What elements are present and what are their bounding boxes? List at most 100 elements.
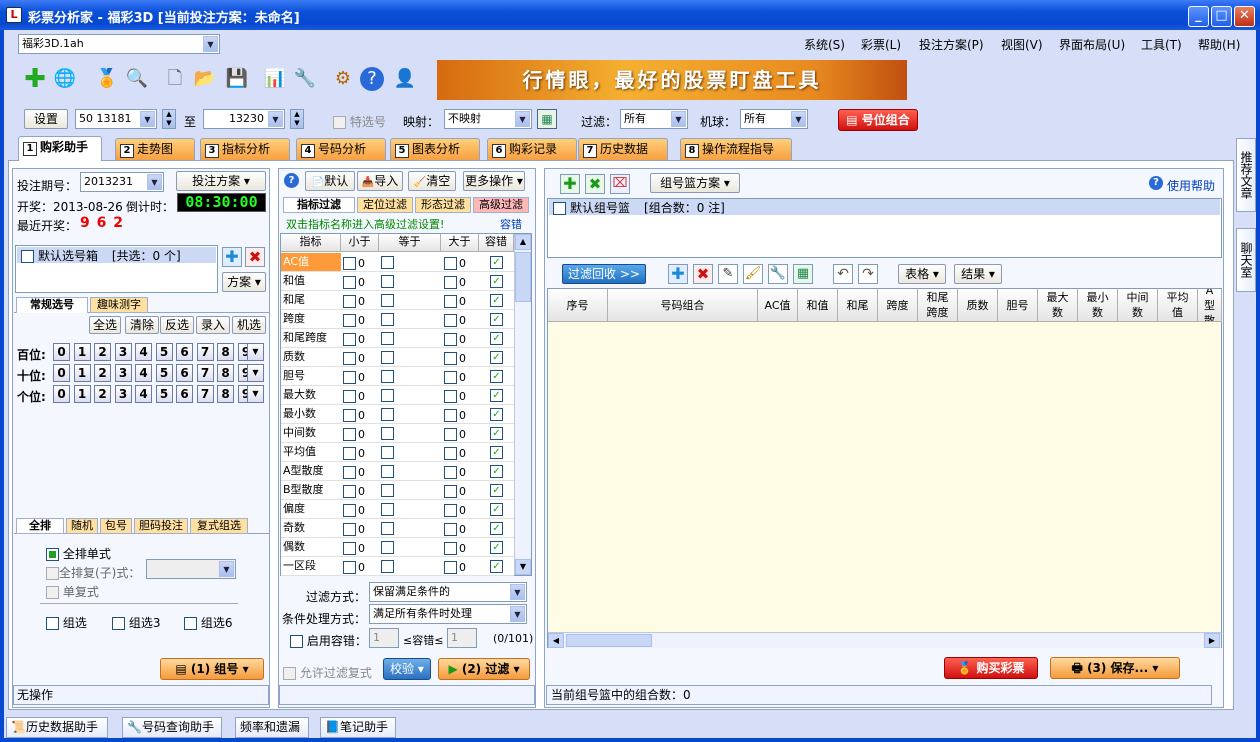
basket-item[interactable]: 默认组号篮 [组合数：0 注] xyxy=(549,199,1220,215)
digit-button[interactable]: 5 xyxy=(155,364,173,382)
digit-button[interactable]: 4 xyxy=(135,343,152,361)
group-checkbox[interactable] xyxy=(46,617,59,630)
add-icon[interactable]: ✚ xyxy=(22,66,48,92)
chevron-down-icon[interactable]: ▼ xyxy=(219,561,234,577)
less-cell[interactable]: 0 xyxy=(343,541,365,555)
scheme-button[interactable]: 方案 ▾ xyxy=(222,272,266,292)
basket-plan-button[interactable]: 组号篮方案 ▾ xyxy=(650,173,740,193)
less-cell[interactable]: 0 xyxy=(343,389,365,403)
less-cell[interactable]: 0 xyxy=(343,351,365,365)
digit-button[interactable]: 5 xyxy=(155,343,173,361)
result-col-1[interactable]: 号码组合 xyxy=(608,289,758,322)
scroll-thumb[interactable] xyxy=(566,634,652,647)
less-checkbox[interactable] xyxy=(343,504,356,517)
tab-1[interactable]: 2 走势图 xyxy=(115,138,195,160)
group-checkbox[interactable] xyxy=(112,617,125,630)
result-col-5[interactable]: 跨度 xyxy=(878,289,918,322)
greater-cell[interactable]: 0 xyxy=(444,370,466,384)
greater-cell[interactable]: 0 xyxy=(444,446,466,460)
less-checkbox[interactable] xyxy=(343,523,356,536)
option-checkbox[interactable] xyxy=(46,586,59,599)
indicator-name[interactable]: 奇数 xyxy=(281,519,341,537)
greater-checkbox[interactable] xyxy=(444,504,457,517)
result-col-9[interactable]: 最大数 xyxy=(1038,289,1078,322)
ad-banner[interactable]: 行情眼，最好的股票盯盘工具 xyxy=(437,60,907,100)
equal-checkbox[interactable] xyxy=(381,465,394,478)
digit-button[interactable]: 5 xyxy=(155,385,173,403)
option-checkbox[interactable] xyxy=(46,567,59,580)
number-box-checkbox[interactable] xyxy=(21,250,34,263)
less-checkbox[interactable] xyxy=(343,257,356,270)
equal-checkbox[interactable] xyxy=(381,522,394,535)
equal-checkbox[interactable] xyxy=(381,256,394,269)
digit-button[interactable]: 7 xyxy=(196,385,214,403)
less-cell[interactable]: 0 xyxy=(343,256,365,270)
tab-7[interactable]: 8 操作流程指导 xyxy=(680,138,792,160)
result-col-7[interactable]: 质数 xyxy=(958,289,998,322)
less-cell[interactable]: 0 xyxy=(343,503,365,517)
greater-checkbox[interactable] xyxy=(444,371,457,384)
globe-icon[interactable]: 🌐 xyxy=(52,66,78,92)
menu-item-6[interactable]: 帮助(H) xyxy=(1198,36,1240,53)
machine-combo[interactable]: 所有 ▼ xyxy=(740,109,808,129)
chevron-down-icon[interactable]: ▼ xyxy=(247,385,264,403)
digit-button[interactable]: 1 xyxy=(73,385,91,403)
digit-button[interactable]: 2 xyxy=(94,364,111,382)
option-full-multi[interactable]: 全排复(子)式： xyxy=(46,564,140,581)
tolerance-checkbox[interactable] xyxy=(490,522,503,535)
indicator-name[interactable]: 中间数 xyxy=(281,424,341,442)
greater-checkbox[interactable] xyxy=(444,276,457,289)
file-combo[interactable]: 福彩3D.1ah ▼ xyxy=(18,34,220,54)
tolerance-min-input[interactable]: 1 xyxy=(369,628,399,648)
middle-tool-0[interactable]: 📄默认 xyxy=(305,171,355,191)
less-checkbox[interactable] xyxy=(343,485,356,498)
tab-3[interactable]: 4 号码分析 xyxy=(296,138,386,160)
clear-icon[interactable]: ⌧ xyxy=(610,174,630,194)
tools-icon[interactable]: 🔧 xyxy=(768,264,788,284)
gear-icon[interactable]: ⚙ xyxy=(330,66,356,92)
less-checkbox[interactable] xyxy=(343,447,356,460)
greater-cell[interactable]: 0 xyxy=(444,522,466,536)
less-checkbox[interactable] xyxy=(343,333,356,346)
result-col-4[interactable]: 和尾 xyxy=(838,289,878,322)
close-button[interactable]: ✕ xyxy=(1234,6,1255,27)
greater-cell[interactable]: 0 xyxy=(444,484,466,498)
tab-0[interactable]: 1 购彩助手 xyxy=(18,136,102,161)
equal-checkbox[interactable] xyxy=(381,446,394,459)
add-icon[interactable]: ✚ xyxy=(222,247,242,267)
plan-button[interactable]: 投注方案 ▾ xyxy=(176,171,266,191)
less-cell[interactable]: 0 xyxy=(343,275,365,289)
digit-button[interactable]: 6 xyxy=(176,385,193,403)
side-tab-articles[interactable]: 推荐文章 xyxy=(1236,138,1256,212)
greater-cell[interactable]: 0 xyxy=(444,351,466,365)
tolerance-checkbox[interactable] xyxy=(490,256,503,269)
tab-fun-test[interactable]: 趣味测字 xyxy=(90,297,148,313)
middle-tool-1[interactable]: 📥导入 xyxy=(357,171,403,191)
less-checkbox[interactable] xyxy=(343,371,356,384)
indicator-name[interactable]: AC值 xyxy=(281,253,341,271)
scroll-down-icon[interactable]: ▼ xyxy=(515,559,531,575)
less-checkbox[interactable] xyxy=(343,561,356,574)
filter-mode-combo[interactable]: 保留满足条件的 ▼ xyxy=(369,582,527,602)
equal-checkbox[interactable] xyxy=(381,389,394,402)
digit-button[interactable]: 1 xyxy=(73,343,91,361)
help-icon[interactable]: ? xyxy=(284,173,299,188)
digit-button[interactable]: 0 xyxy=(53,343,70,361)
new-file-icon[interactable]: 🗋 xyxy=(162,66,188,92)
equal-checkbox[interactable] xyxy=(381,370,394,383)
help-icon[interactable]: ? xyxy=(1149,176,1163,190)
help-icon[interactable]: ? xyxy=(360,67,384,91)
scroll-up-icon[interactable]: ▲ xyxy=(515,234,531,250)
equal-checkbox[interactable] xyxy=(381,427,394,440)
recycle-button[interactable]: 过滤回收 >> xyxy=(562,264,646,284)
greater-checkbox[interactable] xyxy=(444,428,457,441)
less-checkbox[interactable] xyxy=(343,409,356,422)
less-cell[interactable]: 0 xyxy=(343,465,365,479)
greater-cell[interactable]: 0 xyxy=(444,313,466,327)
enable-tolerance-checkbox[interactable] xyxy=(290,635,303,648)
horizontal-scrollbar[interactable]: ◀ ▶ xyxy=(548,632,1221,648)
digit-button[interactable]: 2 xyxy=(94,343,111,361)
result-col-2[interactable]: AC值 xyxy=(758,289,798,322)
digit-button[interactable]: 8 xyxy=(217,385,234,403)
tolerance-checkbox[interactable] xyxy=(490,332,503,345)
